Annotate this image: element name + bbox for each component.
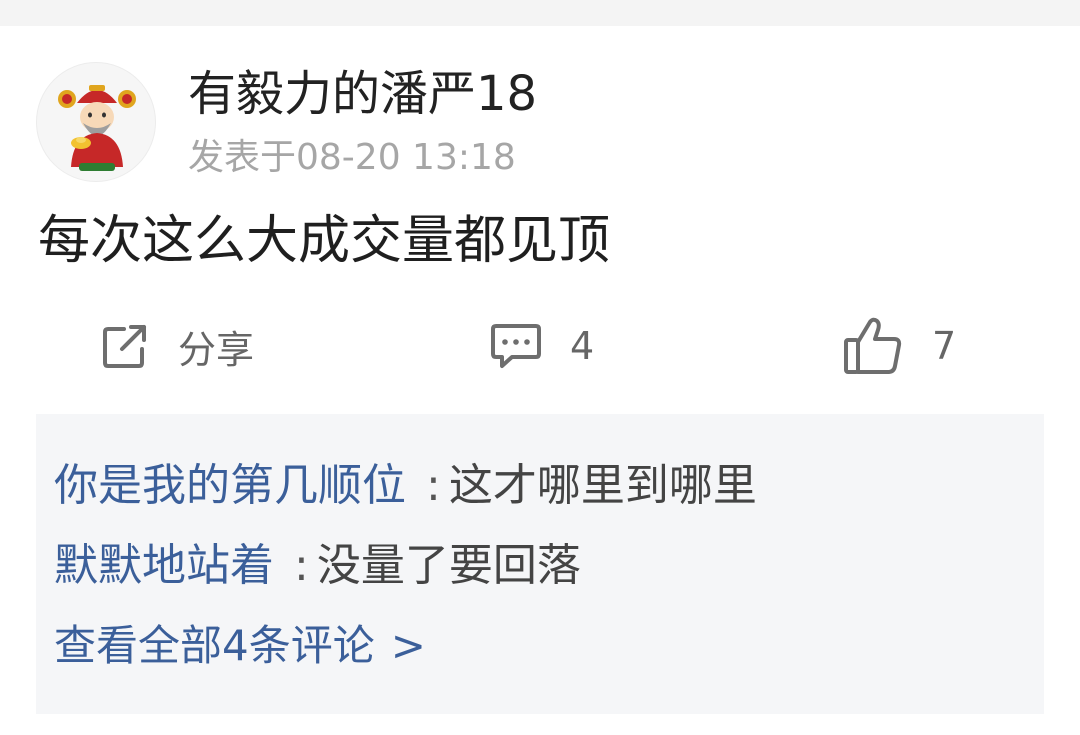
comment-icon — [491, 324, 541, 368]
username[interactable]: 有毅力的潘严18 — [188, 64, 537, 124]
comment-separator: : — [426, 460, 441, 511]
share-label: 分享 — [178, 327, 255, 372]
like-count: 7 — [932, 324, 957, 368]
post-card: 有毅力的潘严18 发表于08-20 13:18 每次这么大成交量都见顶 分享 4… — [0, 26, 1080, 735]
comment-text: 没量了要回落 — [316, 540, 581, 591]
comment-separator: : — [294, 540, 309, 591]
view-all-comments-link[interactable]: 查看全部4条评论 > — [54, 618, 426, 674]
comment-item[interactable]: 默默地站着: 没量了要回落 — [54, 538, 581, 594]
share-icon — [103, 325, 146, 368]
comment-button[interactable]: 4 — [490, 316, 594, 376]
avatar-caishen-icon — [58, 85, 136, 171]
top-strip — [0, 0, 1080, 26]
thumbs-up-icon — [844, 317, 902, 374]
comment-item[interactable]: 你是我的第几顺位: 这才哪里到哪里 — [54, 458, 757, 514]
view-all-label: 查看全部4条评论 — [54, 621, 375, 670]
post-time: 发表于08-20 13:18 — [188, 137, 516, 178]
comment-count: 4 — [570, 324, 595, 368]
comment-author[interactable]: 你是我的第几顺位 — [54, 460, 406, 511]
like-button[interactable]: 7 — [842, 316, 956, 376]
share-button[interactable]: 分享 — [100, 316, 254, 376]
comment-author[interactable]: 默默地站着 — [54, 540, 274, 591]
comments-preview: 你是我的第几顺位: 这才哪里到哪里 默默地站着: 没量了要回落 查看全部4条评论 > — [36, 414, 1044, 714]
post-content[interactable]: 每次这么大成交量都见顶 — [38, 208, 610, 274]
avatar[interactable] — [36, 62, 156, 182]
comment-text: 这才哪里到哪里 — [448, 460, 757, 511]
chevron-right-icon: > — [390, 621, 426, 670]
